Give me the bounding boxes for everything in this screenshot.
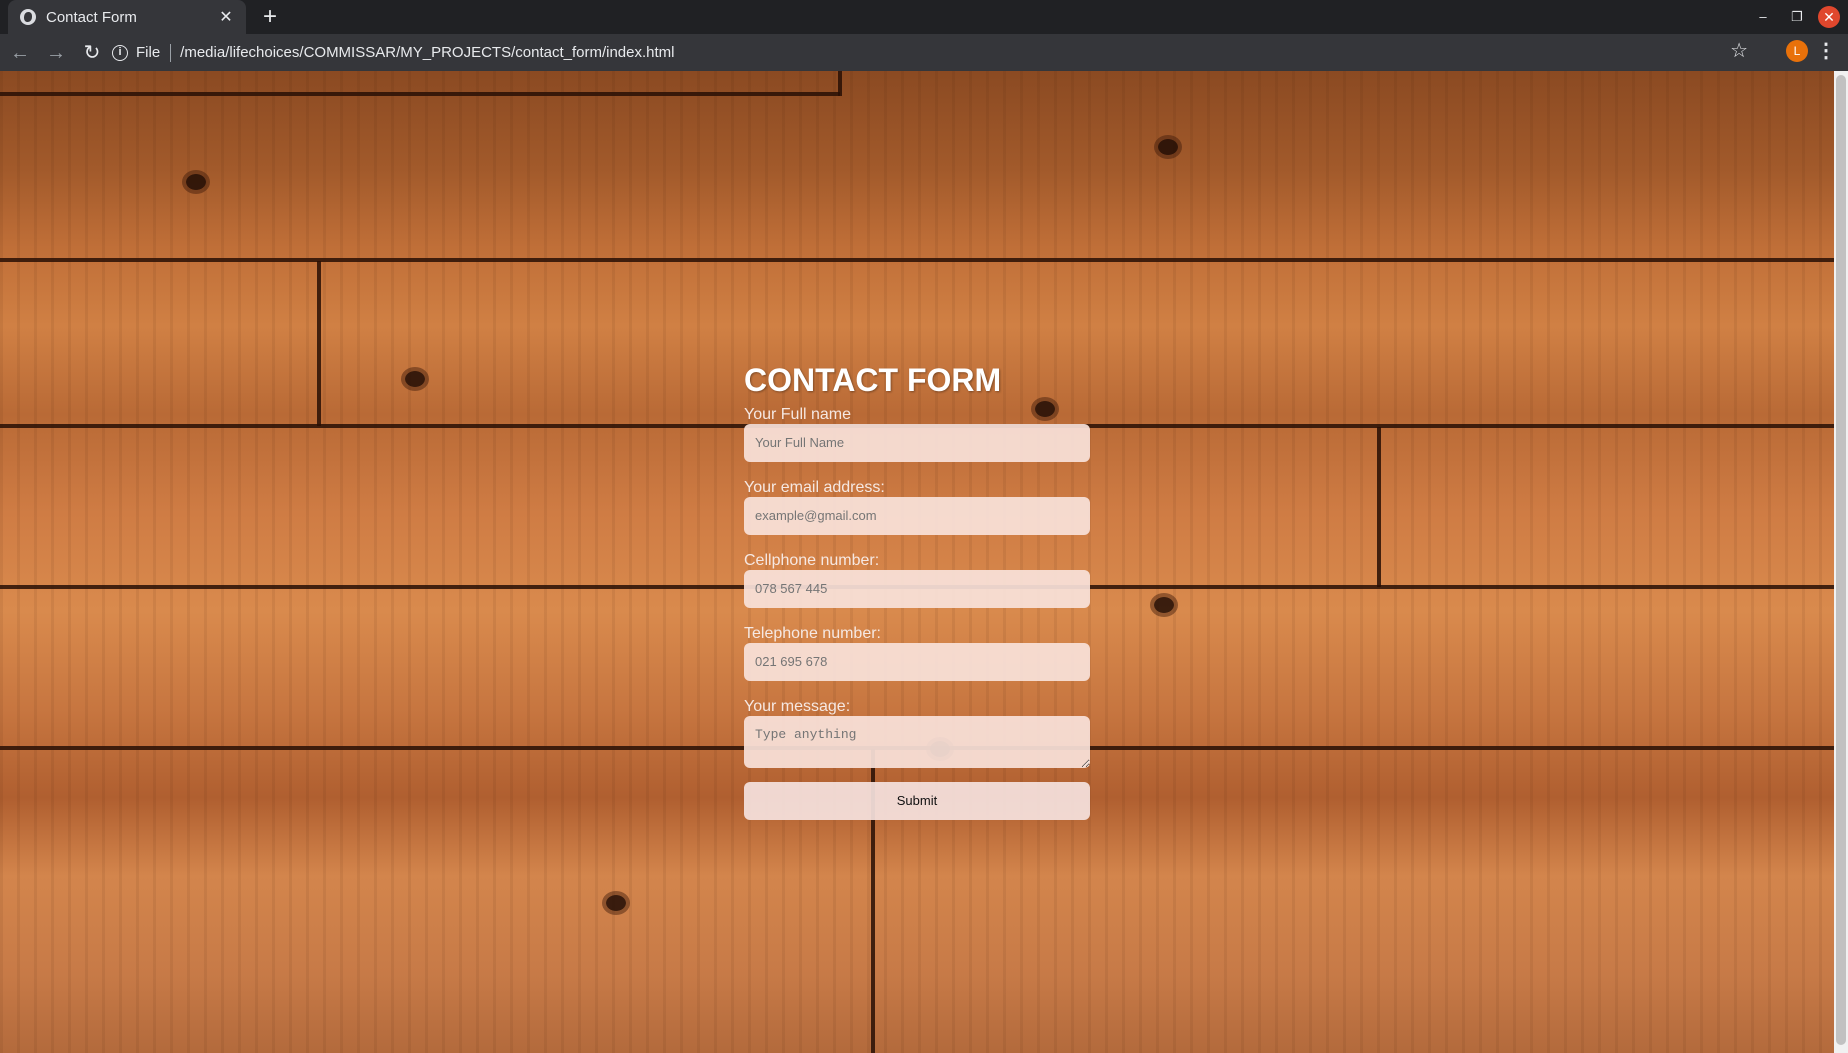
info-icon[interactable]: i <box>112 44 128 61</box>
wood-knot <box>606 895 626 911</box>
window-close-icon[interactable]: ✕ <box>1818 6 1840 28</box>
globe-icon <box>20 9 36 25</box>
telephone-input[interactable] <box>744 643 1090 681</box>
tab-close-icon[interactable]: ✕ <box>216 7 236 27</box>
new-tab-button[interactable]: + <box>256 3 284 31</box>
wood-knot <box>405 371 425 387</box>
message-textarea[interactable] <box>744 716 1090 768</box>
wood-knot <box>186 174 206 190</box>
wood-knot <box>1154 597 1174 613</box>
full-name-input[interactable] <box>744 424 1090 462</box>
browser-toolbar: ← → ↻ i File /media/lifechoices/COMMISSA… <box>0 34 1848 71</box>
window-controls: – ❐ ✕ <box>1750 0 1840 34</box>
plank-seam <box>0 92 840 96</box>
email-label: Your email address: <box>744 479 885 496</box>
submit-button[interactable]: Submit <box>744 782 1090 820</box>
cellphone-input[interactable] <box>744 570 1090 608</box>
contact-form: CONTACT FORM Your Full name Your email a… <box>744 360 1090 820</box>
profile-avatar[interactable]: L <box>1786 40 1808 62</box>
plank-seam <box>1377 427 1381 587</box>
cellphone-label: Cellphone number: <box>744 552 880 569</box>
tab-title: Contact Form <box>46 8 137 26</box>
browser-titlebar: Contact Form ✕ + – ❐ ✕ <box>0 0 1848 34</box>
plank-seam <box>317 261 321 426</box>
url-text[interactable]: /media/lifechoices/COMMISSAR/MY_PROJECTS… <box>180 44 674 61</box>
plank-seam <box>0 258 1834 262</box>
restore-icon[interactable]: ❐ <box>1784 4 1810 30</box>
menu-icon[interactable]: ⋮ <box>1816 38 1836 63</box>
page-scrollbar[interactable] <box>1834 71 1848 1053</box>
reload-icon[interactable]: ↻ <box>76 37 108 69</box>
url-scheme: File <box>136 44 161 61</box>
page-viewport: CONTACT FORM Your Full name Your email a… <box>0 71 1834 1053</box>
email-input[interactable] <box>744 497 1090 535</box>
telephone-label: Telephone number: <box>744 625 881 642</box>
minimize-icon[interactable]: – <box>1750 4 1776 30</box>
scrollbar-thumb[interactable] <box>1836 75 1846 1045</box>
full-name-label: Your Full name <box>744 406 852 423</box>
plank-seam <box>838 71 842 96</box>
star-icon[interactable]: ☆ <box>1730 38 1748 63</box>
message-label: Your message: <box>744 698 851 715</box>
wood-knot <box>1158 139 1178 155</box>
url-separator <box>170 43 172 62</box>
browser-tab[interactable]: Contact Form ✕ <box>8 0 246 34</box>
page-title: CONTACT FORM <box>744 362 1002 398</box>
address-bar[interactable]: i File /media/lifechoices/COMMISSAR/MY_P… <box>112 38 1742 67</box>
forward-icon[interactable]: → <box>40 37 72 69</box>
back-icon[interactable]: ← <box>4 37 36 69</box>
